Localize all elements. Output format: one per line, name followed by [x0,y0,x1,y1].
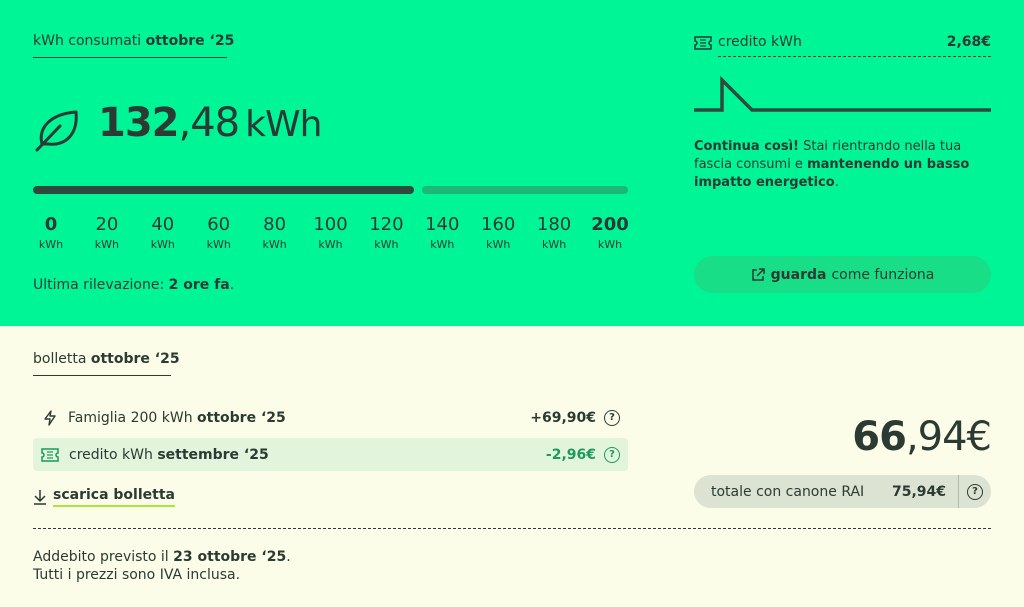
tick-value: 60 [207,214,231,235]
consumption-progress-remaining [422,186,628,194]
bill-total: 66,94€ [852,414,992,460]
footer-divider [33,528,991,529]
credit-divider [718,56,991,57]
download-icon [34,490,46,505]
scale-tick: 120 kWh [358,214,414,251]
scale-tick: 140 kWh [414,214,470,251]
scale-tick: 100 kWh [303,214,359,251]
leaf-icon [35,110,78,152]
credit-label: credito kWh [718,34,802,50]
tick-unit: kWh [597,238,623,251]
tick-value: 160 [481,214,516,235]
credit-message: Continua così! Stai rientrando nella tua… [694,139,970,190]
plan-help-icon[interactable]: ? [604,409,620,426]
external-link-icon [751,267,765,281]
tick-unit: kWh [318,238,343,251]
tick-unit: kWh [430,238,455,251]
tick-unit: kWh [38,238,64,251]
scale-tick: 180 kWh [526,214,582,251]
consumption-progress-fill [33,186,414,194]
tick-value: 20 [95,214,119,235]
footer-notes: Addebito previsto il 23 ottobre ‘25. Tut… [33,549,291,583]
consumption-value: 132,48 kWh [98,100,322,146]
tick-unit: kWh [486,238,511,251]
credit-graph [694,76,991,112]
ticket-icon [41,447,59,462]
scale-tick: 40 kWh [135,214,191,251]
bill-header-underline [33,375,171,376]
tick-value: 100 [313,214,348,235]
credit-row: credito kWh 2,68€ [694,33,991,57]
tick-unit: kWh [374,238,399,251]
plan-amount: +69,90€ [530,409,596,426]
how-it-works-button[interactable]: guarda come funziona [694,256,991,293]
tick-unit: kWh [262,238,287,251]
tick-unit: kWh [150,238,175,251]
scale-tick: 0 kWh [23,214,79,251]
scale-tick: 160 kWh [470,214,526,251]
scale-tick: 80 kWh [247,214,303,251]
tick-value: 120 [369,214,404,235]
scale-tick: 200 kWh [582,214,638,251]
rai-help-icon[interactable]: ? [967,483,983,500]
tick-value: 0 [44,214,58,235]
tick-value: 200 [591,214,629,235]
tick-value: 180 [536,214,572,235]
scale-tick: 20 kWh [79,214,135,251]
credit-amount: -2,96€ [545,446,596,463]
total-with-rai: totale con canone RAI 75,94€ ? [694,475,991,508]
tick-unit: kWh [541,238,567,251]
consumption-header: kWh consumati ottobre ‘25 [33,33,235,49]
rai-divider [958,475,959,508]
tick-value: 80 [263,214,287,235]
credit-value: 2,68€ [946,34,991,50]
ticket-icon [694,36,712,50]
credit-help-icon[interactable]: ? [604,446,620,463]
bill-header: bolletta ottobre ‘25 [33,351,180,367]
download-bill-link[interactable]: scarica bolletta [33,487,175,507]
bill-line-credit: credito kWh settembre ‘25 -2,96€ ? [33,438,628,471]
scale-tick: 60 kWh [191,214,247,251]
tick-unit: kWh [206,238,231,251]
bolt-icon [44,409,56,426]
consumption-header-underline [33,57,227,58]
tick-value: 140 [425,214,460,235]
bill-line-plan: Famiglia 200 kWh ottobre ‘25 +69,90€ ? [33,401,628,434]
last-reading: Ultima rilevazione: 2 ore fa. [33,277,235,293]
tick-value: 40 [151,214,175,235]
tick-unit: kWh [94,238,119,251]
